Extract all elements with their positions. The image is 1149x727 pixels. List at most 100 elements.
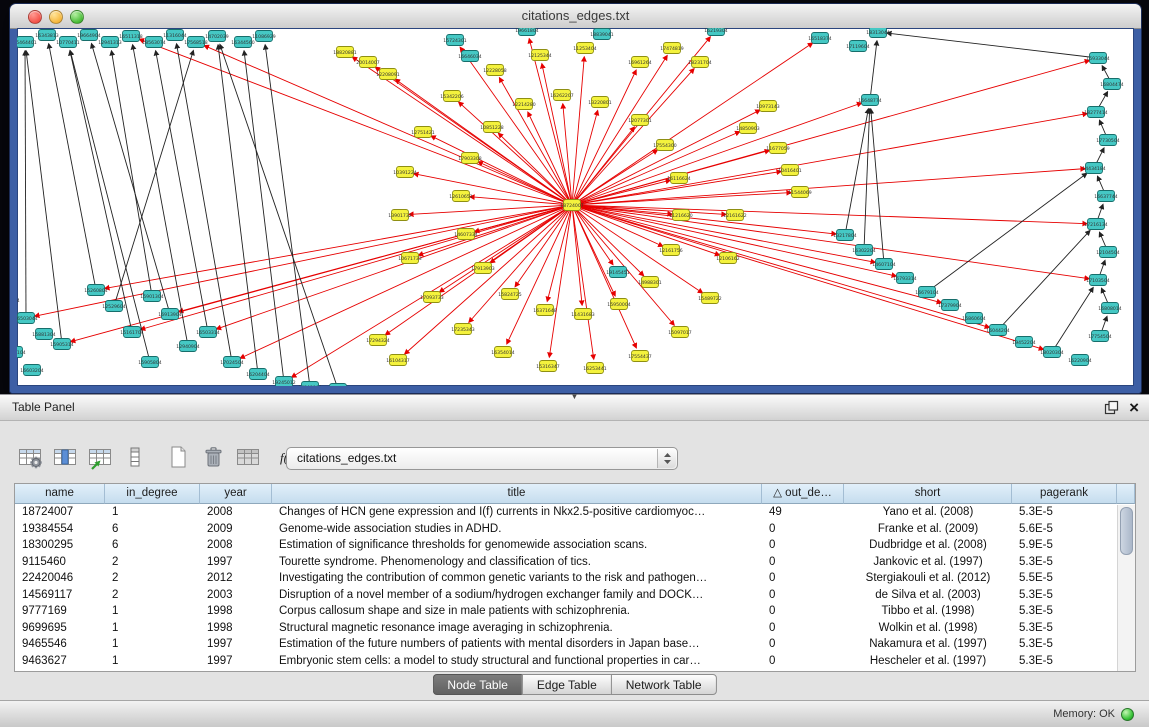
column-header-in_degree[interactable]: in_degree	[105, 484, 200, 504]
graph-node[interactable]: 17754504	[1088, 331, 1111, 342]
column-header-title[interactable]: title	[272, 484, 762, 504]
graph-node[interactable]: 11544069	[788, 187, 811, 198]
citation-edge-red[interactable]	[515, 205, 572, 287]
table-row[interactable]: 1456911722003Disruption of a novel membe…	[15, 587, 1135, 604]
citation-edge-black[interactable]	[871, 109, 884, 264]
float-panel-icon[interactable]	[1104, 400, 1119, 415]
graph-node[interactable]: 14850903	[736, 123, 759, 134]
close-panel-icon[interactable]: ×	[1129, 399, 1139, 416]
graph-node[interactable]: 12106162	[716, 253, 739, 264]
graph-node[interactable]: 16104317	[386, 355, 409, 366]
graph-node[interactable]: 12529604	[102, 301, 125, 312]
graph-node[interactable]: 18724007	[560, 200, 583, 211]
table-row[interactable]: 2242004622012Investigating the contribut…	[15, 570, 1135, 587]
graph-node[interactable]: 10391224	[393, 167, 416, 178]
table-settings-icon[interactable]	[16, 444, 44, 471]
window-titlebar[interactable]: citations_edges.txt	[10, 4, 1141, 29]
graph-node[interactable]: 16518374	[808, 33, 831, 44]
citation-edge-black[interactable]	[244, 51, 284, 382]
graph-node[interactable]: 16219304	[704, 28, 727, 36]
graph-node[interactable]: 17903308	[458, 153, 481, 164]
graph-node[interactable]: 10671733	[398, 253, 421, 264]
graph-node[interactable]: 14988301	[638, 277, 661, 288]
graph-node[interactable]: 15161704	[120, 327, 143, 338]
table-row[interactable]: 1830029562008Estimation of significance …	[15, 537, 1135, 554]
graph-node[interactable]: 17379904	[938, 300, 961, 311]
delete-icon[interactable]	[199, 444, 227, 471]
citation-edge-red[interactable]	[141, 205, 572, 330]
graph-node[interactable]: 16511318	[119, 31, 142, 42]
graph-node[interactable]: 12610651	[449, 191, 472, 202]
graph-node[interactable]: 16343813	[35, 30, 58, 41]
graph-node[interactable]: 16354014	[491, 347, 514, 358]
citation-edge-red[interactable]	[572, 114, 1087, 205]
graph-node[interactable]: 12214280	[512, 99, 535, 110]
graph-node[interactable]: 14607334	[454, 229, 477, 240]
graph-node[interactable]: 15933044	[1086, 53, 1109, 64]
graph-node[interactable]: 12940904	[176, 341, 199, 352]
citation-edge-red[interactable]	[572, 169, 1085, 205]
graph-node[interactable]: 17568518	[184, 37, 207, 48]
graph-node[interactable]: 10416401	[778, 165, 801, 176]
graph-node[interactable]: 16503314	[196, 327, 219, 338]
graph-node[interactable]: 11403804	[17, 295, 20, 306]
graph-node[interactable]: 15097017	[668, 327, 691, 338]
citation-edge-black[interactable]	[887, 33, 1098, 58]
graph-node[interactable]: 18820881	[333, 47, 356, 58]
graph-node[interactable]: 17024504	[220, 357, 243, 368]
citation-edge-red[interactable]	[572, 110, 760, 205]
graph-node[interactable]: 11216620	[669, 210, 692, 221]
network-view[interactable]: 1872400716262207122142801085122817903308…	[17, 28, 1134, 386]
graph-node[interactable]: 16044204	[986, 325, 1009, 336]
graph-node[interactable]: 15342206	[440, 91, 463, 102]
import-table-icon[interactable]	[86, 444, 114, 471]
graph-node[interactable]: 14702039	[205, 31, 228, 42]
citation-edge-red[interactable]	[395, 79, 572, 205]
graph-node[interactable]: 18277414	[1084, 107, 1107, 118]
scrollbar-thumb[interactable]	[1120, 507, 1133, 555]
graph-node[interactable]: 12228058	[483, 65, 506, 76]
graph-node[interactable]: 12104504	[1096, 247, 1119, 258]
graph-node[interactable]: 15824725	[498, 289, 521, 300]
graph-node[interactable]: 15316347	[536, 361, 559, 372]
graph-node[interactable]: 19664904	[77, 30, 100, 41]
graph-node[interactable]: 19661804	[515, 28, 538, 36]
table-row[interactable]: 946362711997Embryonic stem cells: a mode…	[15, 653, 1135, 670]
column-header-name[interactable]: name	[15, 484, 105, 504]
table-row[interactable]: 1938455462009Genome-wide association stu…	[15, 521, 1135, 538]
graph-node[interactable]: 11086929	[252, 31, 275, 42]
graph-node[interactable]: 16679104	[915, 287, 938, 298]
table-row[interactable]: 1872400712008Changes of HCN gene express…	[15, 504, 1135, 521]
citation-edge-red[interactable]	[572, 205, 582, 305]
graph-node[interactable]: 12077301	[628, 115, 651, 126]
graph-node[interactable]: 20014007	[356, 57, 379, 68]
graph-node[interactable]: 16961264	[628, 57, 651, 68]
graph-node[interactable]: 16646034	[458, 51, 481, 62]
graph-node[interactable]: 15905804	[138, 357, 161, 368]
graph-node[interactable]: 19145451	[606, 267, 629, 278]
graph-node[interactable]: 17730504	[1096, 135, 1119, 146]
panel-resize-handle[interactable]: ▼	[571, 393, 579, 401]
graph-node[interactable]: 17294324	[366, 335, 389, 346]
row-icon[interactable]	[121, 444, 149, 471]
column-header-short[interactable]: short	[844, 484, 1012, 504]
graph-node[interactable]: 17235343	[451, 324, 474, 335]
graph-node[interactable]: 13220801	[588, 97, 611, 108]
graph-node[interactable]: 13901732	[388, 210, 411, 221]
table-row[interactable]: 911546021997Tourette syndrome. Phenomeno…	[15, 554, 1135, 571]
column-header-pagerank[interactable]: pagerank	[1012, 484, 1117, 504]
graph-node[interactable]: 12161622	[723, 210, 746, 221]
citation-edge-red[interactable]	[572, 132, 740, 205]
table-row[interactable]: 977716911998Corpus callosum shape and si…	[15, 603, 1135, 620]
table-row[interactable]: 969969511998Structural magnetic resonanc…	[15, 620, 1135, 637]
table-scrollbar[interactable]	[1117, 505, 1135, 671]
citation-edge-black[interactable]	[25, 51, 26, 318]
citation-edge-red[interactable]	[507, 205, 572, 344]
citation-edge-red[interactable]	[498, 133, 572, 205]
new-document-icon[interactable]	[164, 444, 192, 471]
graph-node[interactable]: 12125344	[528, 50, 551, 61]
merge-table-icon[interactable]	[234, 444, 262, 471]
graph-node[interactable]: 17913903	[471, 263, 494, 274]
graph-node[interactable]: 17093733	[420, 292, 443, 303]
graph-node[interactable]: 12751421	[411, 127, 434, 138]
